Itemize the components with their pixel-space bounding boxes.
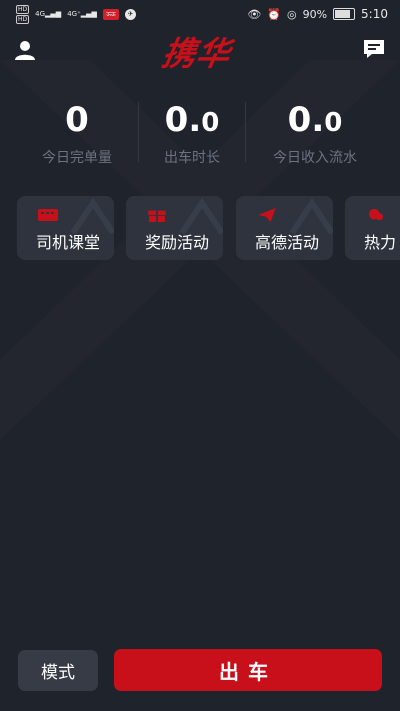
stats-panel: 0 今日完单量 0.0 出车时长 0.0 今日收入流水 xyxy=(16,98,384,170)
card-label: 高德活动 xyxy=(255,233,320,252)
card-label: 奖励活动 xyxy=(145,233,210,252)
stat-label: 出车时长 xyxy=(164,150,220,166)
card-rewards[interactable]: 奖励活动 xyxy=(126,196,223,260)
card-label: 司机课堂 xyxy=(36,233,101,252)
stat-label: 今日收入流水 xyxy=(273,150,357,166)
stat-value: 0 xyxy=(65,100,89,140)
signal-icon: 4G▂▄▆ xyxy=(35,10,62,18)
hd-indicator: HD HD xyxy=(16,4,30,24)
card-heatmap[interactable]: 热力 xyxy=(345,196,400,260)
signal-icon-2: 4G⁺▂▄▆ xyxy=(67,10,97,18)
app-notification-icon: ऊऊ xyxy=(102,8,119,20)
alarm-icon: ⏰ xyxy=(267,7,281,21)
start-driving-button[interactable]: 出车 xyxy=(114,649,382,691)
eye-icon: 👁 xyxy=(247,7,262,21)
clock: 5:10 xyxy=(361,7,388,21)
stat-orders: 0 今日完单量 xyxy=(16,98,138,170)
app-logo: 携华 xyxy=(159,34,234,73)
stat-value: 0.0 xyxy=(164,100,220,140)
battery-icon xyxy=(333,8,356,20)
notification-circle-icon: ✈ xyxy=(124,8,136,20)
message-icon[interactable] xyxy=(362,38,386,60)
heatmap-icon xyxy=(369,208,383,221)
card-amap-activity[interactable]: 高德活动 xyxy=(236,196,333,260)
feature-cards: 司机课堂 奖励活动 高德活动 热力 xyxy=(17,196,400,260)
top-bar: 携华 xyxy=(0,30,400,73)
paper-plane-icon xyxy=(258,208,276,222)
stat-income: 0.0 今日收入流水 xyxy=(246,98,384,170)
stat-drive-time: 0.0 出车时长 xyxy=(139,98,245,170)
user-icon[interactable] xyxy=(13,38,37,62)
stat-value: 0.0 xyxy=(287,100,343,140)
status-bar: HD HD 4G▂▄▆ 4G⁺▂▄▆ ऊऊ ✈ 👁 ⏰ ◎ 90% 5:10 xyxy=(0,0,400,28)
gift-icon xyxy=(148,210,166,222)
card-driver-classroom[interactable]: 司机课堂 xyxy=(17,196,114,260)
classroom-icon xyxy=(38,209,58,221)
stat-label: 今日完单量 xyxy=(42,150,112,166)
battery-percent: 90% xyxy=(302,7,328,21)
location-icon: ◎ xyxy=(286,7,297,21)
card-label: 热力 xyxy=(364,233,397,252)
mode-button[interactable]: 模式 xyxy=(18,650,98,691)
